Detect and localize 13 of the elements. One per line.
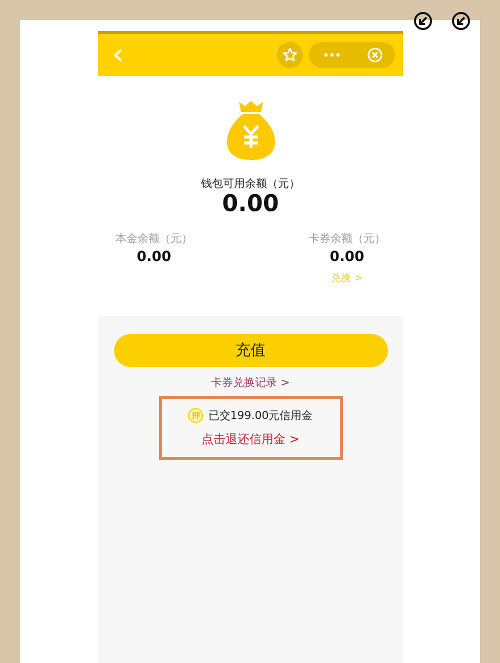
balance-label: 卡券余额（元） (308, 231, 386, 246)
balance-amount: 0.00 (330, 249, 364, 265)
wallet-balance-amount: 0.00 (222, 191, 279, 217)
balance-amount: 0.00 (136, 249, 172, 265)
exchange-record-link[interactable]: 卡券兑换记录 > (211, 375, 290, 390)
deposit-badge-icon: 押 (188, 408, 204, 423)
balance-label: 本金余额（元） (116, 231, 192, 246)
deposit-text: 已交199.00元信用金 (208, 408, 313, 423)
refund-deposit-link[interactable]: 点击退还信用金 > (202, 431, 300, 448)
recharge-button[interactable]: 充值 (114, 334, 388, 367)
close-icon[interactable] (366, 47, 382, 63)
wallet-balance-label: 钱包可用余额（元） (201, 176, 300, 191)
more-icon[interactable] (322, 52, 342, 58)
